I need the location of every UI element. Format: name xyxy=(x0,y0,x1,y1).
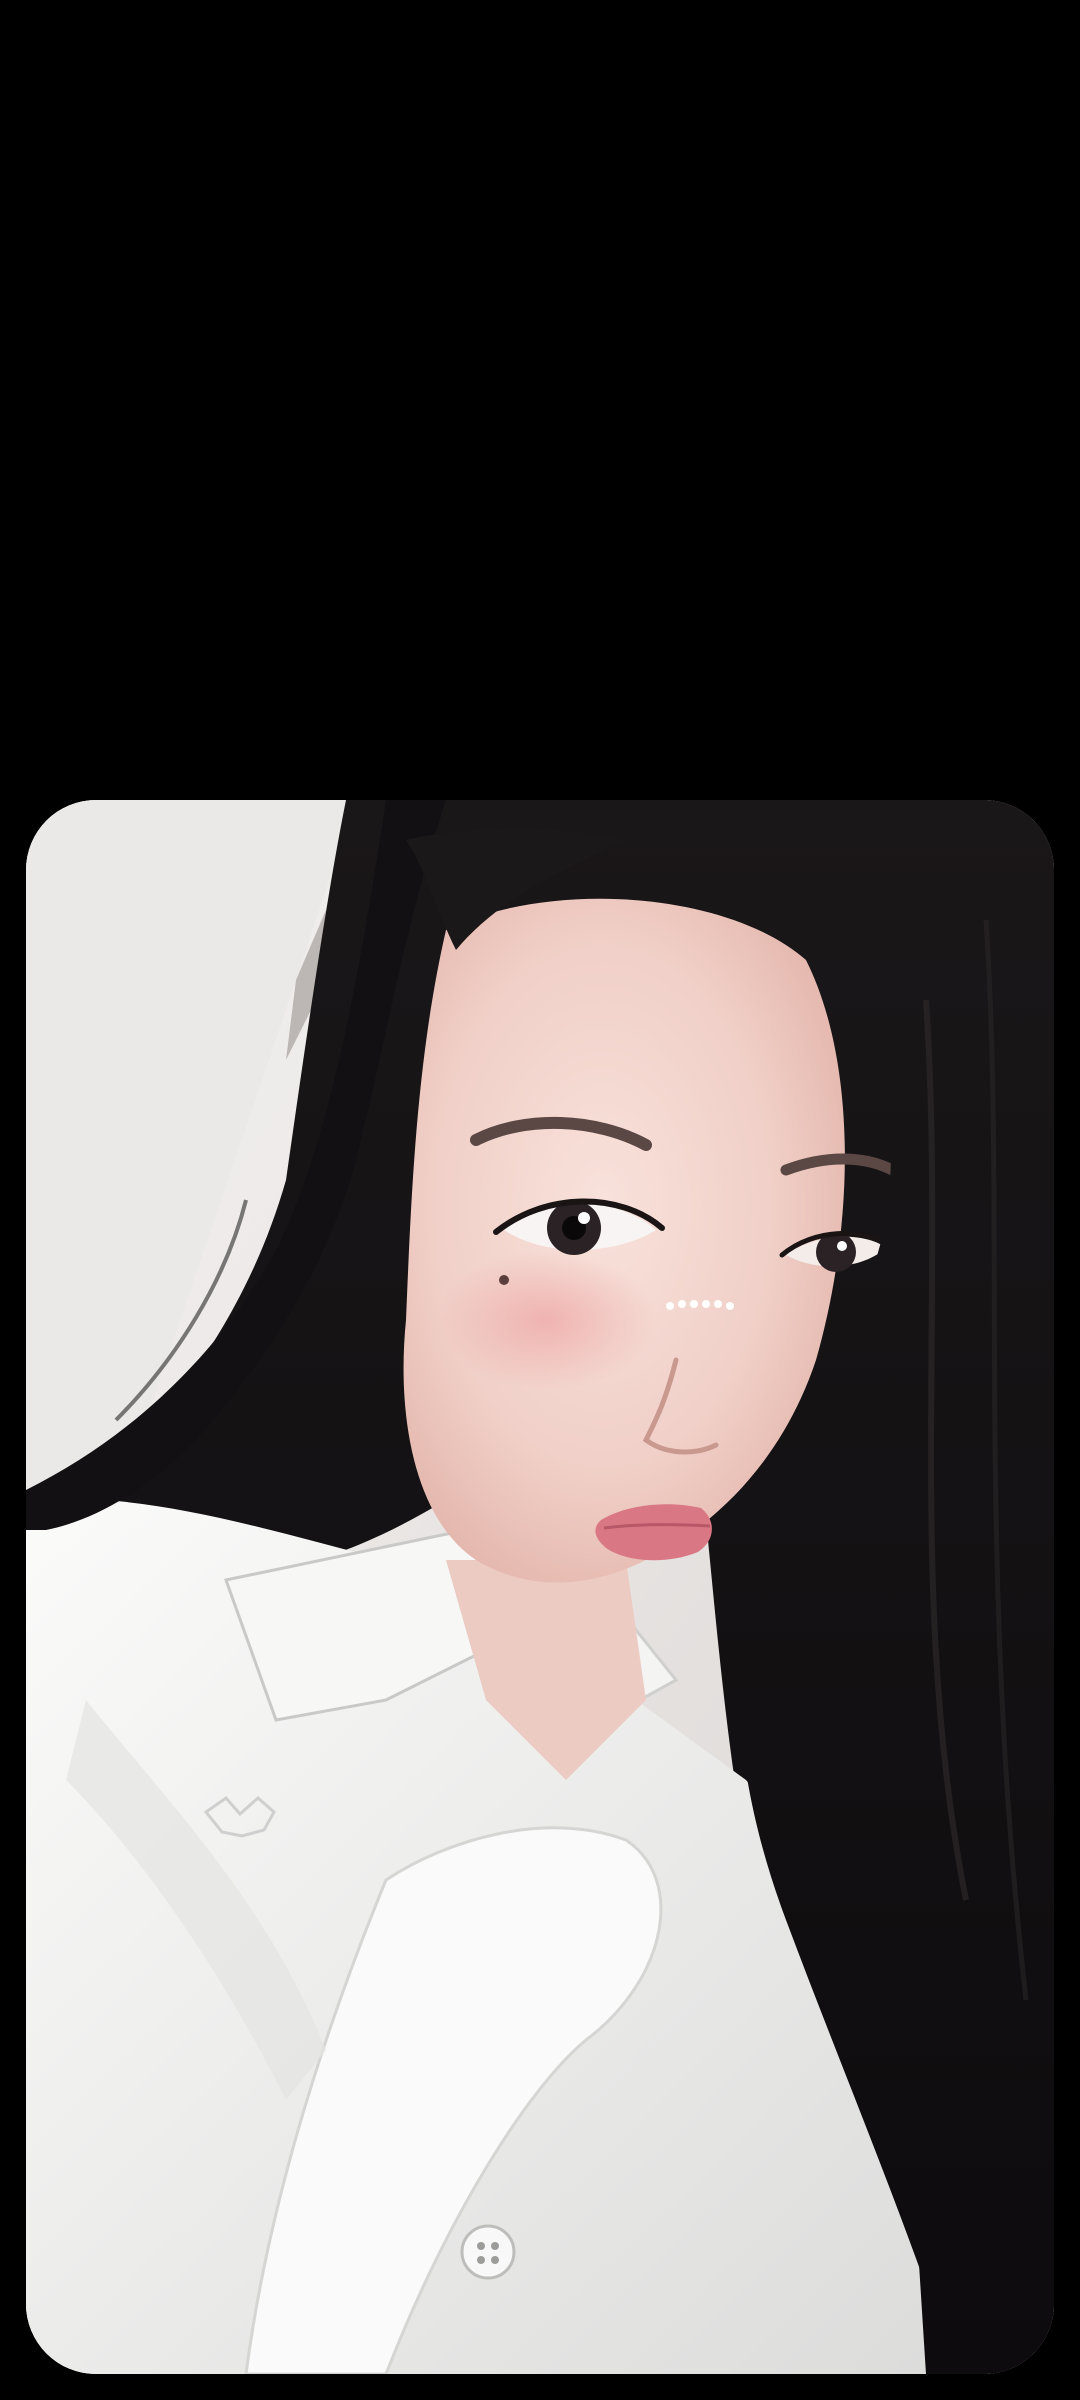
empty-top-area xyxy=(0,0,1080,800)
beauty-mark xyxy=(499,1275,509,1285)
blush-left xyxy=(436,1250,656,1390)
photo-card[interactable] xyxy=(26,800,1054,2374)
photo-viewer-screen xyxy=(0,0,1080,2400)
portrait-photo xyxy=(26,800,1054,2374)
shirt-button xyxy=(460,2224,516,2280)
